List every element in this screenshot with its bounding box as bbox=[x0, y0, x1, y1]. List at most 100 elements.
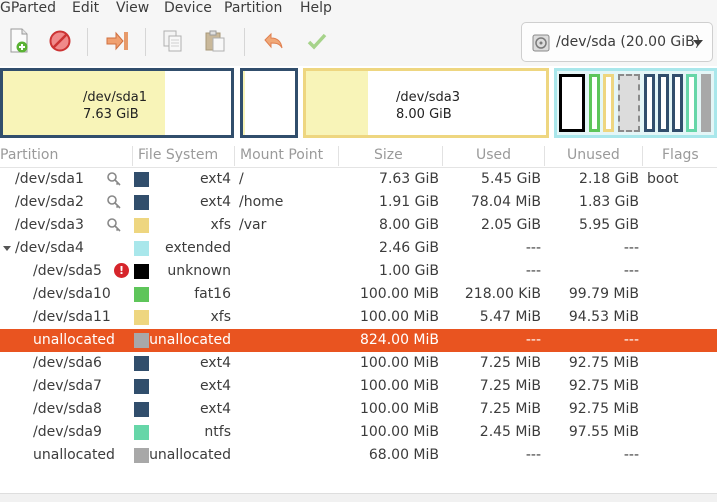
table-row[interactable]: unallocated unallocated 824.00 MiB --- --- bbox=[0, 329, 717, 352]
table-row[interactable]: /dev/sda1 ext4 / 7.63 GiB 5.45 GiB 2.18 GiB bo… bbox=[0, 168, 717, 191]
size-cell: 68.00 MiB bbox=[368, 447, 439, 463]
column-header-flags[interactable]: Flags bbox=[662, 147, 699, 163]
filesystem-cell: ext4 bbox=[199, 401, 231, 417]
paste-button[interactable] bbox=[200, 26, 230, 56]
partition-block-sda7[interactable] bbox=[658, 74, 669, 132]
table-row[interactable]: /dev/sda9 ntfs 100.00 MiB 2.45 MiB 97.55 MiB bbox=[0, 421, 717, 444]
partition-block-sda8[interactable] bbox=[672, 74, 683, 132]
menu-edit[interactable]: Edit bbox=[72, 0, 99, 16]
apply-button[interactable] bbox=[302, 26, 332, 56]
used-cell: 2.45 MiB bbox=[479, 424, 541, 440]
filesystem-color-swatch bbox=[134, 448, 149, 463]
unused-cell: 2.18 GiB bbox=[579, 171, 639, 187]
partition-block-sda1[interactable]: /dev/sda1 7.63 GiB bbox=[0, 68, 234, 138]
undo-button[interactable] bbox=[258, 26, 288, 56]
harddisk-icon bbox=[532, 34, 550, 52]
table-row[interactable]: /dev/sda10 fat16 100.00 MiB 218.00 KiB 99.79… bbox=[0, 283, 717, 306]
unused-cell: 99.79 MiB bbox=[568, 286, 639, 302]
filesystem-color-swatch bbox=[134, 264, 149, 279]
column-header-partition[interactable]: Partition bbox=[0, 147, 58, 163]
toolbar-separator bbox=[244, 28, 245, 56]
table-row[interactable]: /dev/sda7 ext4 100.00 MiB 7.25 MiB 92.75 MiB bbox=[0, 375, 717, 398]
partition-name: /dev/sda6 bbox=[33, 355, 102, 371]
unused-cell: 94.53 MiB bbox=[568, 309, 639, 325]
unused-cell: 92.75 MiB bbox=[568, 401, 639, 417]
partition-name: /dev/sda8 bbox=[33, 401, 102, 417]
column-header-mountpoint[interactable]: Mount Point bbox=[240, 147, 323, 163]
table-header: Partition File System Mount Point Size U… bbox=[0, 144, 717, 168]
partition-block-sda6[interactable] bbox=[644, 74, 655, 132]
delete-icon bbox=[49, 30, 71, 52]
used-cell: --- bbox=[525, 447, 541, 463]
device-selector[interactable]: /dev/sda (20.00 GiB) bbox=[521, 22, 713, 62]
table-row[interactable]: /dev/sda11 xfs 100.00 MiB 5.47 MiB 94.53 MiB bbox=[0, 306, 717, 329]
filesystem-cell: unallocated bbox=[149, 447, 231, 463]
new-button[interactable] bbox=[4, 26, 34, 56]
partition-block-sda11[interactable] bbox=[603, 74, 614, 132]
menu-device[interactable]: Device bbox=[164, 0, 212, 16]
filesystem-cell: unknown bbox=[167, 263, 231, 279]
unused-cell: --- bbox=[623, 240, 639, 256]
filesystem-color-swatch bbox=[134, 241, 149, 256]
column-header-used[interactable]: Used bbox=[476, 147, 511, 163]
partition-block-unallocated[interactable] bbox=[618, 74, 640, 132]
partition-block-sda9[interactable] bbox=[686, 74, 697, 132]
copy-icon bbox=[163, 30, 182, 52]
size-cell: 2.46 GiB bbox=[379, 240, 439, 256]
menu-help[interactable]: Help bbox=[300, 0, 332, 16]
resize-move-button[interactable] bbox=[103, 26, 133, 56]
table-row[interactable]: /dev/sda5! unknown 1.00 GiB --- --- bbox=[0, 260, 717, 283]
partition-name: /dev/sda7 bbox=[33, 378, 102, 394]
new-icon bbox=[10, 28, 28, 53]
size-cell: 7.63 GiB bbox=[379, 171, 439, 187]
device-selector-label: /dev/sda (20.00 GiB) bbox=[556, 34, 701, 50]
filesystem-cell: extended bbox=[164, 240, 231, 256]
used-cell: --- bbox=[525, 240, 541, 256]
table-row[interactable]: /dev/sda2 ext4/home 1.91 GiB 78.04 MiB 1.83 … bbox=[0, 191, 717, 214]
partition-block-sda10[interactable] bbox=[589, 74, 600, 132]
size-cell: 1.91 GiB bbox=[379, 194, 439, 210]
partition-block-size: 7.63 GiB bbox=[83, 107, 139, 122]
partition-block-sda4[interactable] bbox=[554, 68, 717, 138]
partition-name: /dev/sda5 bbox=[33, 263, 102, 279]
used-cell: 2.05 GiB bbox=[481, 217, 541, 233]
size-cell: 100.00 MiB bbox=[359, 286, 439, 302]
mountpoint-cell: /var bbox=[239, 217, 267, 233]
table-row[interactable]: /dev/sda6 ext4 100.00 MiB 7.25 MiB 92.75 MiB bbox=[0, 352, 717, 375]
menu-partition[interactable]: Partition bbox=[224, 0, 282, 16]
table-row[interactable]: /dev/sda4 extended 2.46 GiB --- --- bbox=[0, 237, 717, 260]
used-space-fill bbox=[306, 71, 368, 135]
delete-button[interactable] bbox=[45, 26, 75, 56]
copy-button[interactable] bbox=[158, 26, 188, 56]
partition-block-sda2[interactable] bbox=[240, 68, 298, 138]
partition-block-sda3[interactable]: /dev/sda3 8.00 GiB bbox=[303, 68, 549, 138]
table-row[interactable]: /dev/sda8 ext4 100.00 MiB 7.25 MiB 92.75 MiB bbox=[0, 398, 717, 421]
column-header-unused[interactable]: Unused bbox=[567, 147, 620, 163]
menu-gparted[interactable]: GParted bbox=[0, 0, 56, 16]
column-header-filesystem[interactable]: File System bbox=[138, 147, 218, 163]
used-cell: 218.00 KiB bbox=[464, 286, 541, 302]
unused-cell: --- bbox=[623, 447, 639, 463]
mountpoint-cell: /home bbox=[239, 194, 284, 210]
filesystem-cell: ntfs bbox=[204, 424, 231, 440]
filesystem-color-swatch bbox=[134, 195, 149, 210]
menu-view[interactable]: View bbox=[116, 0, 149, 16]
partition-name: /dev/sda11 bbox=[33, 309, 111, 325]
column-header-size[interactable]: Size bbox=[374, 147, 403, 163]
unused-cell: --- bbox=[623, 263, 639, 279]
table-row[interactable]: /dev/sda3 xfs/var 8.00 GiB 2.05 GiB 5.95 GiB bbox=[0, 214, 717, 237]
table-row[interactable]: unallocated unallocated 68.00 MiB --- --- bbox=[0, 444, 717, 467]
partition-block-unallocated[interactable] bbox=[701, 74, 711, 132]
used-cell: 5.45 GiB bbox=[481, 171, 541, 187]
size-cell: 100.00 MiB bbox=[359, 401, 439, 417]
used-cell: 5.47 MiB bbox=[479, 309, 541, 325]
partition-block-sda5[interactable] bbox=[559, 74, 585, 132]
filesystem-cell: ext4 bbox=[199, 171, 231, 187]
filesystem-color-swatch bbox=[134, 402, 149, 417]
toolbar-separator bbox=[145, 28, 146, 56]
size-cell: 824.00 MiB bbox=[359, 332, 439, 348]
expander-arrow-icon[interactable] bbox=[3, 246, 11, 251]
unused-cell: 92.75 MiB bbox=[568, 355, 639, 371]
partition-block-name: /dev/sda3 bbox=[396, 90, 460, 105]
filesystem-color-swatch bbox=[134, 218, 149, 233]
